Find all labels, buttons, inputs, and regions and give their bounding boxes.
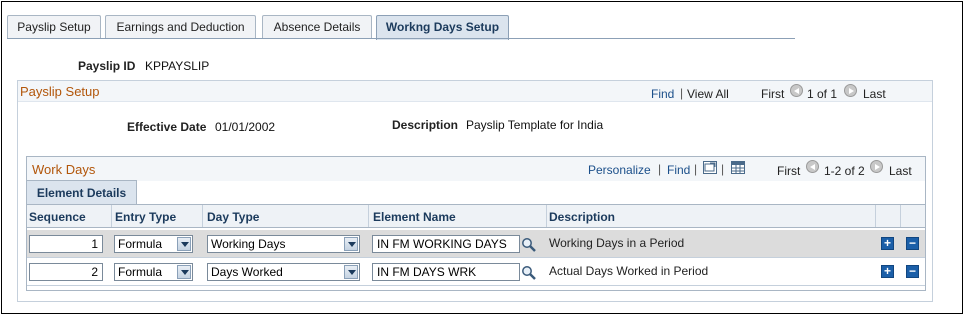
last-label: Last	[863, 87, 886, 101]
delete-row-icon[interactable]: −	[906, 237, 919, 250]
row-range: 1-2 of 2	[824, 164, 865, 178]
row-range: 1 of 1	[807, 87, 838, 101]
view-in-new-window-icon[interactable]	[703, 161, 717, 174]
work-days-grid: Work Days Personalize | Find | | First 1…	[26, 156, 926, 291]
find-link[interactable]: Find	[651, 87, 674, 101]
find-link[interactable]: Find	[667, 163, 690, 177]
tab-working-days-setup[interactable]: Workng Days Setup	[376, 15, 509, 40]
table-row: 2 Formula Days Worked IN FM DAYS WRK Act…	[27, 258, 925, 286]
column-day-type[interactable]: Day Type	[207, 210, 259, 224]
description-text: Actual Days Worked in Period	[549, 264, 709, 278]
day-type-value: Days Worked	[211, 265, 283, 279]
add-row-icon[interactable]: +	[881, 237, 894, 250]
chevron-down-icon	[344, 237, 358, 251]
column-divider	[111, 205, 112, 227]
next-icon[interactable]	[844, 84, 857, 97]
separator: |	[658, 162, 662, 176]
previous-icon[interactable]	[806, 160, 819, 173]
entry-type-select[interactable]: Formula	[114, 235, 193, 253]
column-divider	[546, 205, 547, 227]
column-divider	[875, 205, 876, 227]
view-all-link[interactable]: View All	[687, 87, 729, 101]
element-name-input[interactable]: IN FM WORKING DAYS	[372, 235, 520, 253]
first-label: First	[777, 164, 801, 178]
entry-type-value: Formula	[118, 237, 163, 251]
column-divider	[900, 205, 901, 227]
chevron-down-icon	[344, 265, 358, 279]
lookup-icon[interactable]	[521, 237, 537, 253]
add-row-icon[interactable]: +	[881, 265, 894, 278]
delete-row-icon[interactable]: −	[906, 265, 919, 278]
grid-header-row: Sequence Entry Type Day Type Element Nam…	[27, 204, 925, 228]
tab-earnings-and-deduction[interactable]: Earnings and Deduction	[105, 15, 256, 39]
payslip-id-label: Payslip ID	[78, 59, 136, 73]
chevron-down-icon	[177, 237, 191, 251]
previous-icon[interactable]	[790, 84, 803, 97]
tab-payslip-setup[interactable]: Payslip Setup	[7, 15, 101, 39]
tab-absence-details[interactable]: Absence Details	[262, 15, 372, 39]
description-value: Payslip Template for India	[466, 118, 604, 132]
separator: |	[680, 86, 684, 100]
work-days-title: Work Days	[32, 162, 96, 177]
lookup-icon[interactable]	[521, 265, 537, 281]
column-description[interactable]: Description	[549, 210, 615, 224]
first-label: First	[761, 87, 785, 101]
element-name-input[interactable]: IN FM DAYS WRK	[372, 263, 520, 281]
personalize-link[interactable]: Personalize	[588, 163, 651, 177]
day-type-select[interactable]: Working Days	[207, 235, 360, 253]
chevron-down-icon	[177, 265, 191, 279]
tab-divider	[7, 38, 795, 39]
sequence-input[interactable]: 1	[29, 235, 103, 253]
description-label: Description	[392, 118, 459, 132]
description-text: Working Days in a Period	[549, 236, 685, 250]
day-type-value: Working Days	[211, 237, 286, 251]
column-divider	[368, 205, 369, 227]
download-spreadsheet-icon[interactable]	[731, 161, 745, 174]
day-type-select[interactable]: Days Worked	[207, 263, 360, 281]
column-divider	[202, 205, 203, 227]
next-icon[interactable]	[870, 160, 883, 173]
column-sequence[interactable]: Sequence	[29, 210, 86, 224]
separator: |	[721, 162, 725, 176]
column-entry-type[interactable]: Entry Type	[115, 210, 176, 224]
separator: |	[694, 162, 698, 176]
payslip-id-value: KPPAYSLIP	[145, 59, 210, 73]
column-element-name[interactable]: Element Name	[373, 210, 456, 224]
last-label: Last	[889, 164, 912, 178]
effective-date-label: Effective Date	[127, 120, 207, 134]
tab-element-details[interactable]: Element Details	[27, 180, 137, 205]
table-row: 1 Formula Working Days IN FM WORKING DAY…	[27, 230, 925, 258]
sequence-input[interactable]: 2	[29, 263, 103, 281]
entry-type-value: Formula	[118, 265, 163, 279]
entry-type-select[interactable]: Formula	[114, 263, 193, 281]
effective-date-value: 01/01/2002	[215, 120, 276, 134]
payslip-setup-title: Payslip Setup	[20, 84, 100, 99]
